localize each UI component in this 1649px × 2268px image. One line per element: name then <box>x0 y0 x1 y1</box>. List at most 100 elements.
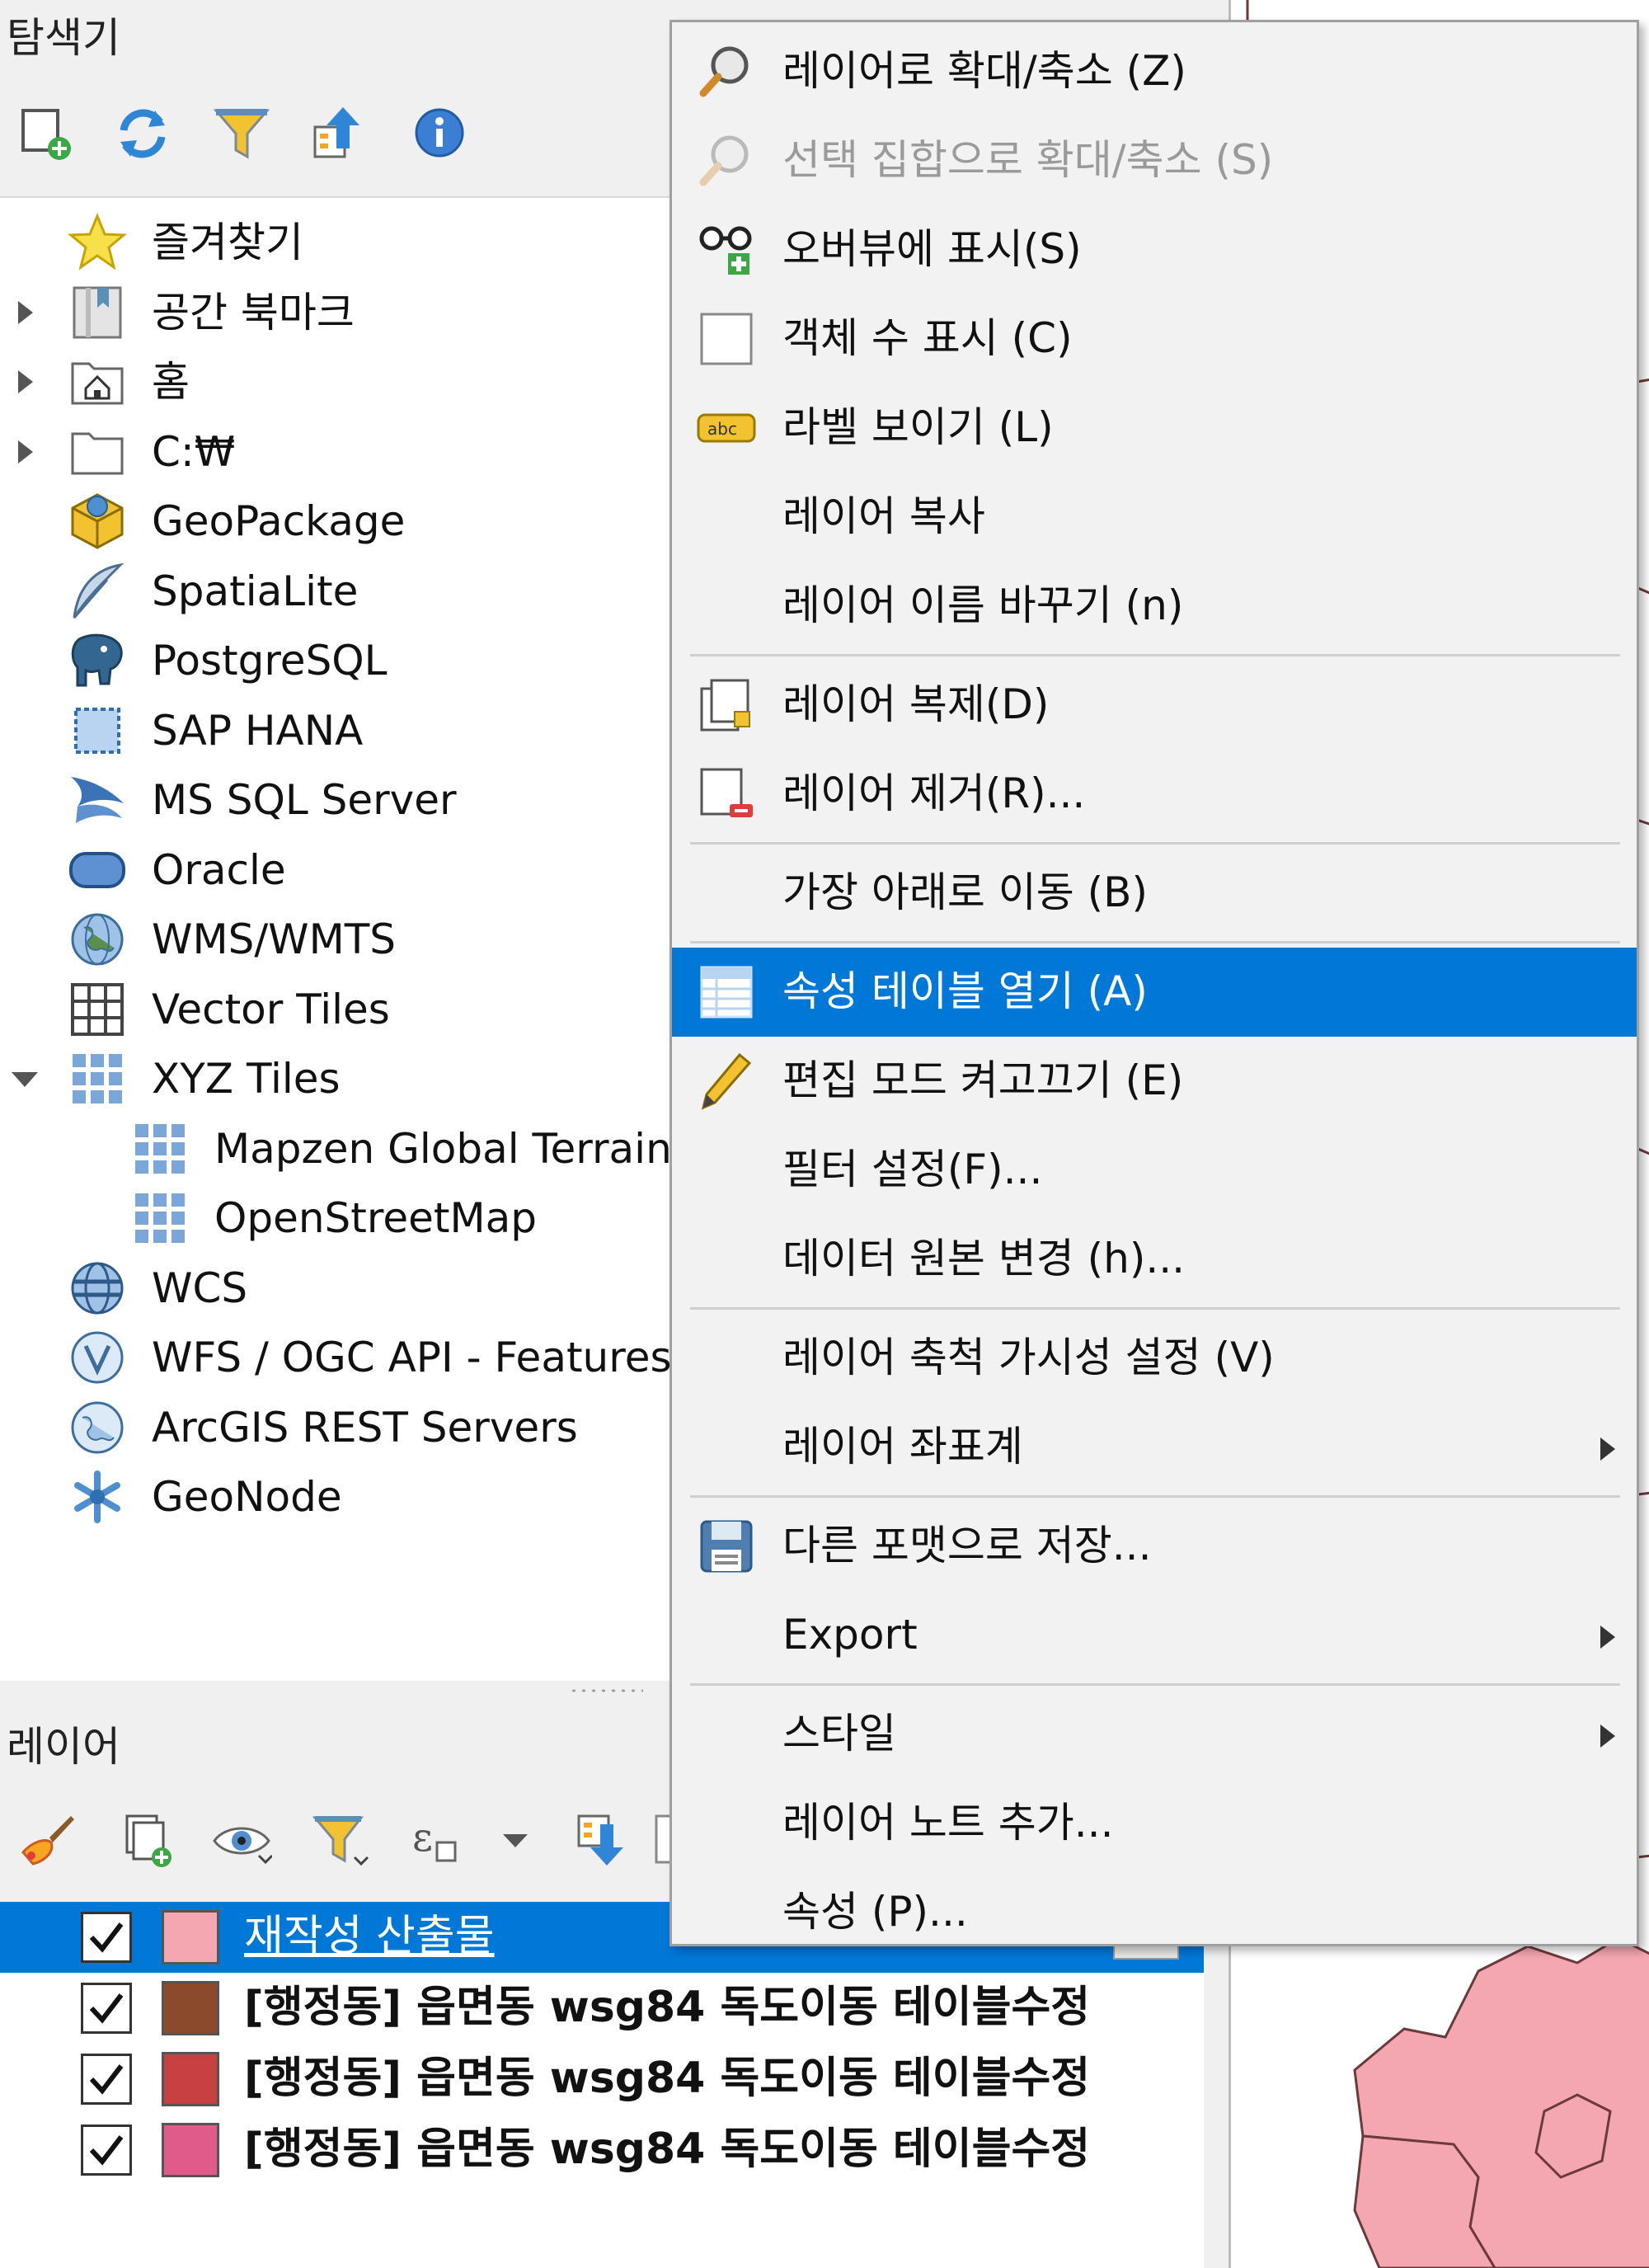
filter-legend-icon[interactable] <box>310 1809 371 1870</box>
menu-item[interactable]: 가장 아래로 이동 (B) <box>672 849 1637 938</box>
menu-separator <box>690 1495 1620 1498</box>
home-folder-icon <box>68 352 127 412</box>
overview-glasses-icon <box>697 220 756 280</box>
menu-item[interactable]: 필터 설정(F)... <box>672 1126 1637 1215</box>
menu-item-label: 필터 설정(F)... <box>782 1146 1043 1193</box>
menu-separator <box>690 842 1620 845</box>
tree-item-label: WFS / OGC API - Features <box>152 1334 672 1381</box>
collapse-all-icon[interactable] <box>310 102 371 163</box>
xyz-tiles-icon <box>130 1188 190 1248</box>
filter-icon[interactable] <box>211 102 272 163</box>
menu-item[interactable]: 속성 테이블 열기 (A) <box>672 948 1637 1037</box>
add-group-icon[interactable] <box>115 1809 176 1870</box>
menu-item[interactable]: 레이어 복사 <box>672 473 1637 562</box>
eye-icon[interactable] <box>211 1809 272 1870</box>
menu-item-label: 레이어 제거(R)... <box>782 769 1086 817</box>
layer-symbol-swatch[interactable] <box>162 1981 219 2035</box>
expression-filter-icon[interactable]: ε <box>407 1809 468 1870</box>
hana-icon <box>68 701 127 760</box>
globe-icon <box>68 910 127 969</box>
star-icon <box>68 213 127 272</box>
xyz-tiles-icon <box>68 1049 127 1108</box>
menu-item[interactable]: 레이어로 확대/축소 (Z) <box>672 27 1637 116</box>
xyz-tiles-icon <box>130 1119 190 1179</box>
tree-item-label: Oracle <box>152 845 286 894</box>
layer-context-menu: 레이어로 확대/축소 (Z) 선택 집합으로 확대/축소 (S) 오버뷰에 표시(S… <box>669 20 1639 1946</box>
duplicate-layer-icon <box>697 675 756 735</box>
submenu-arrow-icon <box>1594 1621 1620 1654</box>
layer-name: [행정동] 읍면동 wsg84 독도이동 테이블수정 <box>244 1983 1091 2032</box>
menu-item-label: 레이어 축척 가시성 설정 (V) <box>782 1334 1275 1381</box>
menu-item-label: 데이터 원본 변경 (h)... <box>782 1235 1186 1282</box>
collapse-arrow-icon[interactable] <box>8 1062 41 1095</box>
menu-item-label: Export <box>782 1611 918 1659</box>
tree-item-label: ArcGIS REST Servers <box>152 1403 578 1452</box>
tree-item-label: WMS/WMTS <box>152 915 397 963</box>
elephant-icon <box>68 631 127 690</box>
submenu-arrow-icon <box>1594 1433 1620 1466</box>
expand-arrow-icon[interactable] <box>8 365 41 398</box>
menu-separator <box>690 941 1620 943</box>
menu-item[interactable]: 레이어 이름 바꾸기 (n) <box>672 562 1637 651</box>
menu-item-label: 속성 (P)... <box>782 1888 968 1936</box>
menu-item-label: 레이어 복사 <box>782 492 985 540</box>
menu-item[interactable]: 객체 수 표시 (C) <box>672 294 1637 383</box>
menu-item[interactable]: Export <box>672 1591 1637 1680</box>
menu-separator <box>690 654 1620 656</box>
tree-item-label: XYZ Tiles <box>152 1055 341 1103</box>
layer-row[interactable]: [행정동] 읍면동 wsg84 독도이동 테이블수정 <box>0 2115 1204 2186</box>
expand-all-icon[interactable] <box>574 1809 635 1870</box>
geopackage-icon <box>68 492 127 551</box>
menu-item[interactable]: abc 라벨 보이기 (L) <box>672 383 1637 473</box>
menu-item[interactable]: 데이터 원본 변경 (h)... <box>672 1215 1637 1304</box>
tree-item-label: MS SQL Server <box>152 776 457 824</box>
refresh-icon[interactable] <box>112 102 173 163</box>
layer-row[interactable]: [행정동] 읍면동 wsg84 독도이동 테이블수정 <box>0 1973 1204 2044</box>
menu-item-label: 레이어 좌표계 <box>782 1423 1023 1470</box>
expand-arrow-icon[interactable] <box>8 296 41 329</box>
menu-item[interactable]: 스타일 <box>672 1690 1637 1779</box>
tree-item-label: Mapzen Global Terrain <box>214 1124 672 1173</box>
layer-name: 재작성 산출물 <box>244 1912 495 1961</box>
info-icon[interactable] <box>409 102 470 163</box>
panel-splitter-handle[interactable] <box>569 1687 643 1694</box>
menu-item[interactable]: 오버뷰에 표시(S) <box>672 205 1637 294</box>
menu-separator <box>690 1683 1620 1686</box>
menu-item[interactable]: 다른 포맷으로 저장... <box>672 1502 1637 1591</box>
dropdown-arrow-icon[interactable] <box>485 1809 546 1870</box>
menu-item[interactable]: 레이어 축척 가시성 설정 (V) <box>672 1314 1637 1403</box>
expand-arrow-icon[interactable] <box>8 435 41 468</box>
menu-item-label: 선택 집합으로 확대/축소 (S) <box>782 136 1274 184</box>
menu-item[interactable]: 속성 (P)... <box>672 1868 1637 1957</box>
add-layer-icon[interactable] <box>16 102 78 163</box>
layer-visibility-checkbox[interactable] <box>81 2124 132 2176</box>
menu-item[interactable]: 레이어 좌표계 <box>672 1403 1637 1492</box>
menu-item[interactable]: 편집 모드 켜고끄기 (E) <box>672 1037 1637 1126</box>
submenu-arrow-icon <box>1594 1720 1620 1753</box>
menu-item[interactable]: 레이어 노트 추가... <box>672 1779 1637 1868</box>
label-abc-icon: abc <box>697 398 756 458</box>
style-brush-icon[interactable] <box>16 1809 78 1870</box>
tree-item-label: 즐겨찾기 <box>152 219 303 266</box>
tree-item-label: 홈 <box>152 358 190 406</box>
layer-visibility-checkbox[interactable] <box>81 1983 132 2034</box>
tree-item-label: 공간 북마크 <box>152 288 355 336</box>
layer-symbol-swatch[interactable] <box>162 2052 219 2106</box>
layer-visibility-checkbox[interactable] <box>81 2054 132 2105</box>
menu-item-label: 스타일 <box>782 1710 896 1757</box>
layer-row[interactable]: [행정동] 읍면동 wsg84 독도이동 테이블수정 <box>0 2044 1204 2115</box>
geonode-icon <box>68 1467 127 1527</box>
svg-text:abc: abc <box>707 419 737 439</box>
tree-item-label: SpatiaLite <box>152 567 359 615</box>
menu-item-label: 오버뷰에 표시(S) <box>782 225 1082 273</box>
menu-item[interactable]: 레이어 복제(D) <box>672 661 1637 750</box>
layers-panel-title: 레이어 <box>7 1723 120 1771</box>
folder-icon <box>68 422 127 482</box>
layer-symbol-swatch[interactable] <box>162 2123 219 2177</box>
tree-item-label: PostgreSQL <box>152 637 388 685</box>
layer-symbol-swatch[interactable] <box>162 1910 219 1965</box>
menu-item-label: 레이어 노트 추가... <box>782 1799 1114 1847</box>
menu-item[interactable]: 레이어 제거(R)... <box>672 750 1637 839</box>
layer-visibility-checkbox[interactable] <box>81 1912 132 1963</box>
menu-item-label: 레이어 이름 바꾸기 (n) <box>782 581 1184 629</box>
